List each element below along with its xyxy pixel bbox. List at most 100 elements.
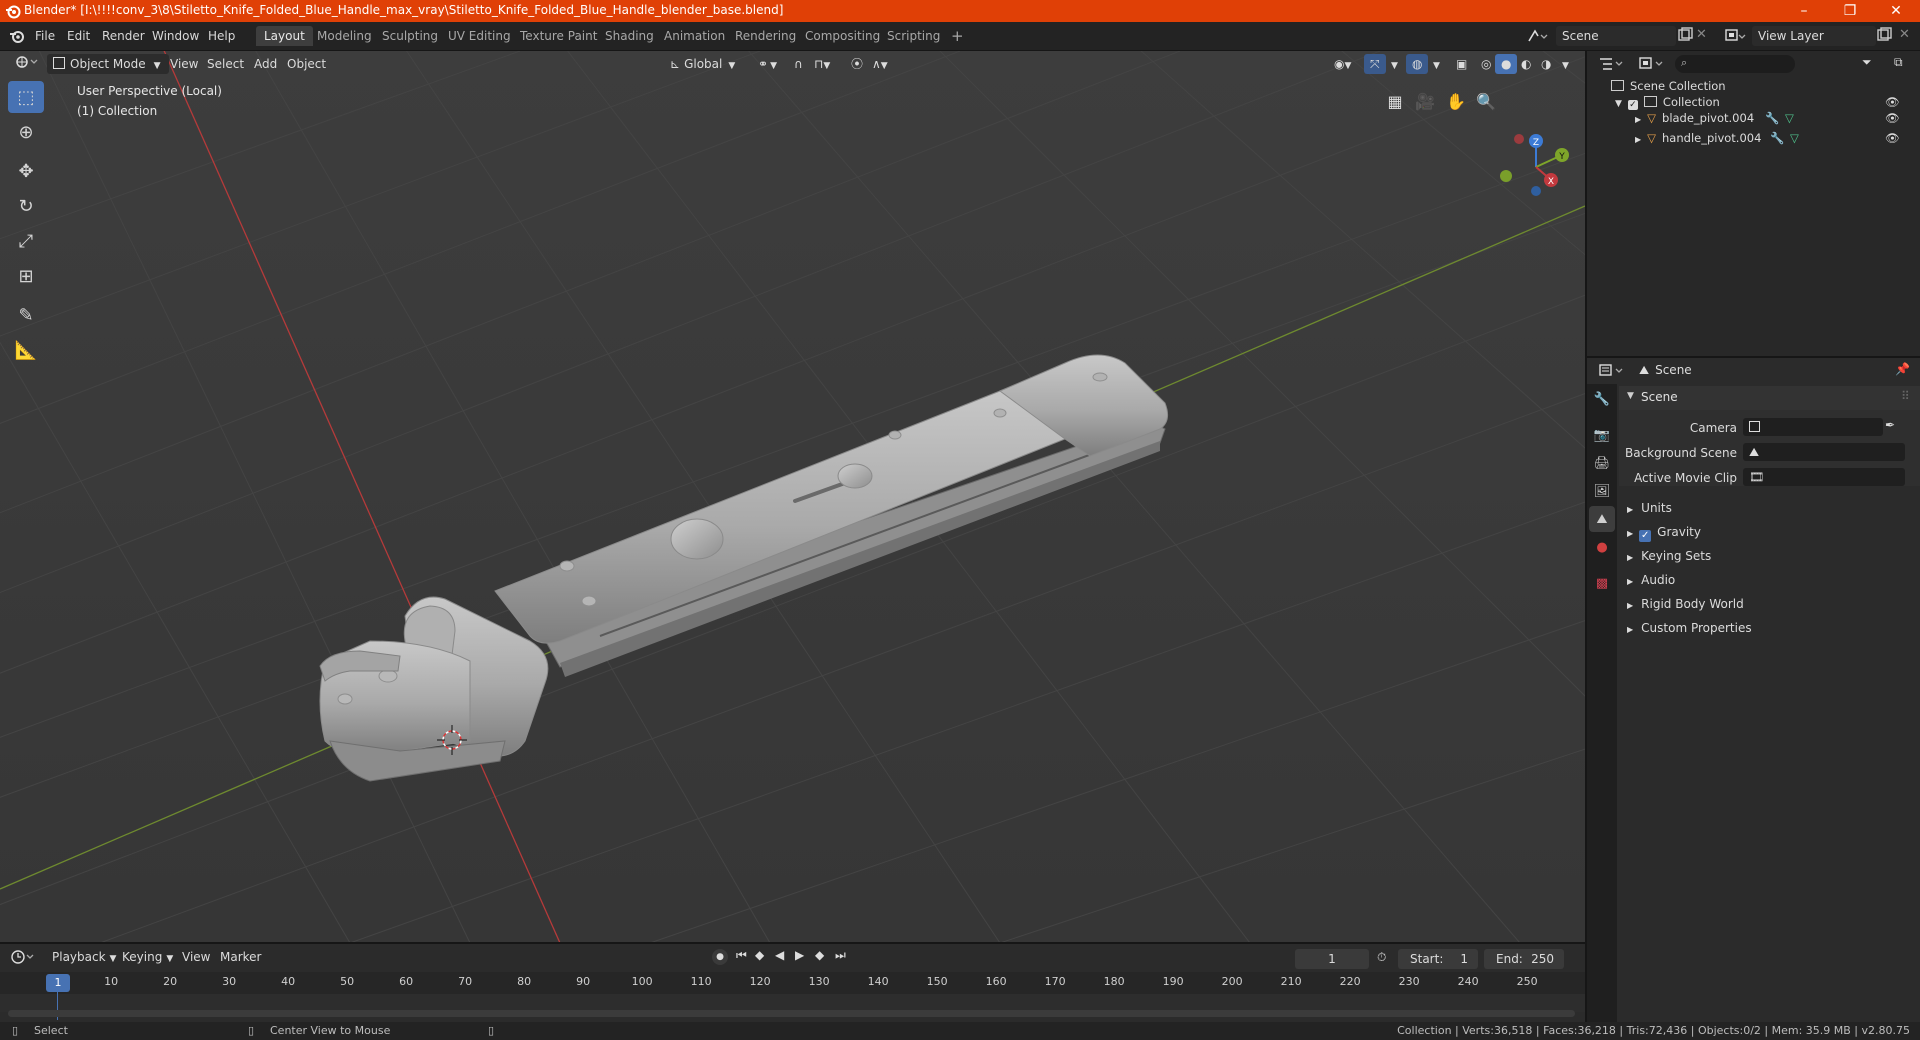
pivot-point-dropdown[interactable]: ⚭ ▼: [752, 54, 783, 74]
filter-dropdown[interactable]: ⏷: [1862, 55, 1890, 73]
timeline-menu-keying[interactable]: Keying ▼: [116, 947, 179, 967]
add-workspace-button[interactable]: +: [943, 26, 972, 46]
overlays-toggle[interactable]: ◍: [1406, 54, 1429, 74]
outliner-row-handle-pivot[interactable]: ▶ ▽ handle_pivot.004 🔧 ▽ 👁: [1635, 128, 1920, 148]
tab-texture[interactable]: ▩: [1589, 570, 1615, 596]
playhead-frame-label[interactable]: 1: [46, 974, 70, 992]
start-frame-field[interactable]: Start: 1: [1398, 949, 1478, 969]
outliner-row-blade-pivot[interactable]: ▶ ▽ blade_pivot.004 🔧 ▽ 👁: [1635, 108, 1920, 128]
tab-sculpting[interactable]: Sculpting: [374, 26, 446, 46]
close-window-button[interactable]: ✕: [1873, 0, 1919, 22]
menu-file[interactable]: File: [28, 27, 62, 45]
custom-properties-panel-header[interactable]: ▶ Custom Properties: [1619, 616, 1920, 640]
timeline-menu-view[interactable]: View: [176, 947, 216, 967]
active-movie-clip-field[interactable]: 🎞: [1743, 468, 1905, 486]
tab-rendering[interactable]: Rendering: [727, 26, 804, 46]
record-button[interactable]: ●: [712, 949, 728, 965]
gravity-checkbox[interactable]: ✓: [1639, 530, 1652, 542]
rotate-tool[interactable]: ↻: [8, 190, 44, 222]
scale-tool[interactable]: ⤢: [8, 225, 44, 257]
jump-to-end-button[interactable]: ⏭: [835, 948, 846, 963]
use-preview-range-icon[interactable]: ⏱: [1377, 950, 1386, 965]
tab-texture-paint[interactable]: Texture Paint: [512, 26, 605, 46]
play-button[interactable]: ▶: [795, 948, 804, 962]
end-frame-field[interactable]: End: 250: [1484, 949, 1564, 969]
gizmo-toggle[interactable]: ⤧: [1364, 54, 1386, 74]
gravity-panel-header[interactable]: ▶ ✓ Gravity: [1619, 520, 1920, 544]
maximize-button[interactable]: ❐: [1827, 0, 1873, 22]
selectability-visibility-dropdown[interactable]: ◉▼: [1328, 54, 1357, 74]
snap-toggle[interactable]: ∩: [788, 54, 809, 74]
gizmo-dropdown[interactable]: ▼: [1385, 54, 1404, 74]
display-mode-dropdown[interactable]: [1637, 55, 1667, 75]
jump-to-keyframe-back-button[interactable]: ◆: [755, 948, 764, 962]
scene-name-field[interactable]: Scene: [1556, 26, 1676, 46]
keying-sets-panel-header[interactable]: ▶ Keying Sets: [1619, 544, 1920, 568]
tab-scripting[interactable]: Scripting: [879, 26, 948, 46]
3d-viewport[interactable]: Z Y X Object Mode ▼ View Select Add Objec…: [0, 51, 1585, 943]
eyedropper-icon[interactable]: ✒: [1885, 418, 1903, 436]
visibility-eye-icon[interactable]: 👁: [1885, 108, 1900, 128]
delete-scene-icon[interactable]: ✕: [1696, 27, 1712, 45]
blender-menu-icon[interactable]: [9, 28, 25, 44]
snap-target-dropdown[interactable]: ⊓▼: [808, 54, 836, 74]
overlays-dropdown[interactable]: ▼: [1427, 54, 1446, 74]
tab-uv-editing[interactable]: UV Editing: [440, 26, 519, 46]
camera-view-icon[interactable]: 🎥: [1412, 89, 1438, 115]
delete-view-layer-icon[interactable]: ✕: [1899, 27, 1915, 45]
rendered-shading-button[interactable]: ◑: [1535, 54, 1557, 74]
visibility-eye-icon[interactable]: 👁: [1885, 128, 1900, 148]
jump-to-keyframe-forward-button[interactable]: ◆: [815, 948, 824, 962]
outliner-search-input[interactable]: ⌕: [1675, 55, 1795, 73]
transform-orientation-dropdown[interactable]: ⊾ Global ▼: [664, 54, 756, 74]
new-collection-button[interactable]: ⧉: [1894, 55, 1914, 73]
annotate-tool[interactable]: ✎: [8, 299, 44, 331]
disclosure-closed-icon[interactable]: ▶: [1635, 135, 1641, 144]
menu-edit[interactable]: Edit: [60, 27, 97, 45]
menu-render[interactable]: Render: [95, 27, 152, 45]
pin-icon[interactable]: 📌: [1895, 362, 1913, 380]
camera-field[interactable]: [1743, 418, 1883, 436]
proportional-falloff-dropdown[interactable]: ∧▼: [866, 54, 894, 74]
menu-window[interactable]: Window: [145, 27, 206, 45]
object-mode-dropdown[interactable]: Object Mode ▼: [47, 54, 169, 74]
tab-view-layer[interactable]: 🖼: [1589, 478, 1615, 504]
new-scene-icon[interactable]: [1677, 27, 1695, 45]
zoom-icon[interactable]: 🔍: [1473, 89, 1499, 115]
rigid-body-world-panel-header[interactable]: ▶ Rigid Body World: [1619, 592, 1920, 616]
viewport-menu-add[interactable]: Add: [248, 54, 283, 74]
tab-tool[interactable]: 🔧: [1589, 386, 1615, 412]
new-view-layer-icon[interactable]: [1876, 27, 1894, 45]
tab-compositing[interactable]: Compositing: [797, 26, 888, 46]
menu-help[interactable]: Help: [201, 27, 242, 45]
timeline-editor-type-button[interactable]: [10, 948, 38, 968]
viewport-menu-select[interactable]: Select: [201, 54, 250, 74]
scene-browse-icon[interactable]: [1526, 27, 1554, 47]
select-box-tool[interactable]: ⬚: [8, 81, 44, 113]
audio-panel-header[interactable]: ▶ Audio: [1619, 568, 1920, 592]
disclosure-closed-icon[interactable]: ▶: [1635, 115, 1641, 124]
drag-handle-icon[interactable]: ⠿: [1901, 389, 1910, 403]
tab-modeling[interactable]: Modeling: [309, 26, 380, 46]
scene-panel-header[interactable]: ▼ Scene ⠿: [1619, 386, 1920, 410]
current-frame-field[interactable]: 1: [1295, 949, 1369, 969]
tab-animation[interactable]: Animation: [656, 26, 733, 46]
properties-editor-type-button[interactable]: [1597, 362, 1627, 382]
units-panel-header[interactable]: ▶ Units: [1619, 496, 1920, 520]
tab-scene[interactable]: ⛰: [1589, 506, 1615, 532]
timeline-scrollbar[interactable]: [8, 1010, 1575, 1017]
pan-hand-icon[interactable]: ✋: [1443, 89, 1469, 115]
disclosure-open-icon[interactable]: ▼: [1615, 99, 1622, 109]
view-layer-name-field[interactable]: View Layer: [1752, 26, 1876, 46]
toggle-grid-view-icon[interactable]: ▦: [1382, 89, 1408, 115]
background-scene-field[interactable]: ⛰: [1743, 443, 1905, 461]
jump-to-start-button[interactable]: ⏮: [736, 948, 747, 963]
timeline-menu-playback[interactable]: Playback ▼: [46, 947, 122, 967]
measure-tool[interactable]: 📐: [8, 334, 44, 366]
viewport-scene[interactable]: Z Y X: [0, 51, 1585, 943]
view-layer-browse-icon[interactable]: [1724, 27, 1750, 47]
viewport-menu-object[interactable]: Object: [281, 54, 332, 74]
outliner-editor-type-button[interactable]: [1597, 55, 1627, 75]
tab-world[interactable]: ●: [1589, 534, 1615, 560]
viewport-menu-view[interactable]: View: [164, 54, 204, 74]
